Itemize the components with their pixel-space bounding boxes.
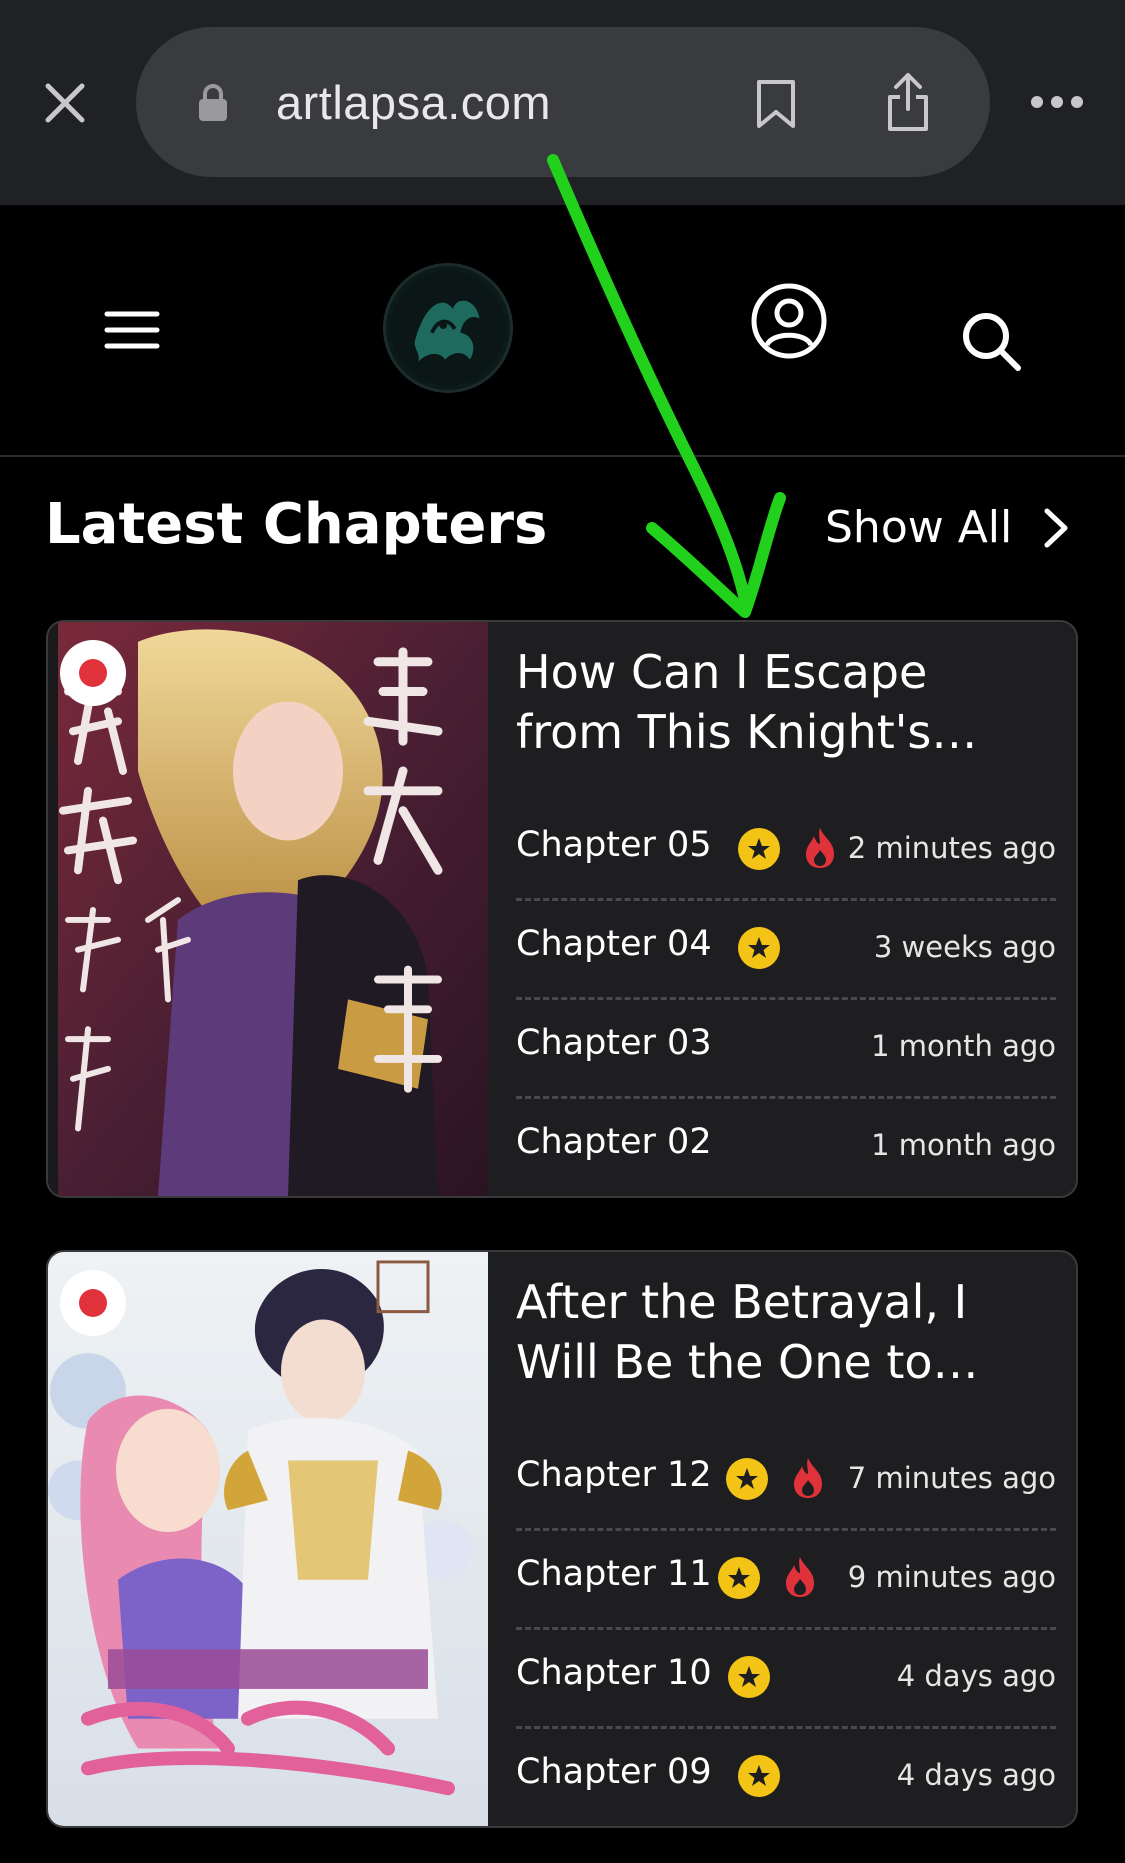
fire-icon — [806, 828, 834, 868]
chapter-row[interactable]: Chapter 04 3 weeks ago — [516, 901, 1056, 1000]
chapter-time: 1 month ago — [871, 1029, 1056, 1063]
chapter-time: 1 month ago — [871, 1128, 1056, 1162]
more-icon[interactable] — [1030, 95, 1084, 109]
site-logo[interactable] — [383, 263, 513, 393]
manga-card[interactable]: After the Betrayal, I Will Be the One to… — [46, 1250, 1078, 1828]
card-title-line[interactable]: How Can I Escape — [516, 642, 1056, 702]
chapter-row[interactable]: Chapter 12 7 minutes ago — [516, 1432, 1056, 1531]
card-title[interactable]: How Can I Escape from This Knight's… — [516, 642, 1056, 762]
chapter-name[interactable]: Chapter 12 — [516, 1455, 712, 1495]
logo-emblem-icon — [390, 270, 506, 386]
site-header — [0, 205, 1125, 457]
chapter-row[interactable]: Chapter 05 2 minutes ago — [516, 802, 1056, 901]
new-badge-icon — [60, 640, 126, 706]
profile-icon[interactable] — [750, 282, 828, 360]
star-badge-icon — [718, 1557, 760, 1599]
url-text[interactable]: artlapsa.com — [276, 75, 551, 130]
section-title: Latest Chapters — [45, 492, 548, 557]
fire-icon — [786, 1557, 814, 1597]
chapter-row[interactable]: Chapter 11 9 minutes ago — [516, 1531, 1056, 1630]
chapter-row[interactable]: Chapter 09 4 days ago — [516, 1729, 1056, 1826]
new-badge-icon — [60, 1270, 126, 1336]
chapter-time: 7 minutes ago — [847, 1461, 1056, 1495]
chapter-list: Chapter 12 7 minutes ago Chapter 11 9 mi… — [516, 1432, 1056, 1826]
card-title[interactable]: After the Betrayal, I Will Be the One to… — [516, 1272, 1056, 1392]
star-badge-icon — [738, 828, 780, 870]
menu-icon[interactable] — [104, 310, 160, 350]
chevron-right-icon[interactable] — [1042, 506, 1070, 550]
cover-image[interactable] — [48, 622, 488, 1196]
chapter-time: 4 days ago — [896, 1758, 1056, 1792]
fire-icon — [794, 1458, 822, 1498]
share-icon[interactable] — [884, 71, 932, 133]
chapter-name[interactable]: Chapter 04 — [516, 924, 712, 964]
manga-card[interactable]: How Can I Escape from This Knight's… Cha… — [46, 620, 1078, 1198]
close-icon[interactable] — [40, 78, 90, 128]
chapter-time: 9 minutes ago — [847, 1560, 1056, 1594]
star-badge-icon — [726, 1458, 768, 1500]
lock-icon — [199, 84, 227, 121]
chapter-time: 4 days ago — [896, 1659, 1056, 1693]
chapter-name[interactable]: Chapter 10 — [516, 1653, 712, 1693]
star-badge-icon — [738, 1755, 780, 1797]
browser-toolbar: artlapsa.com — [0, 0, 1125, 205]
card-title-line[interactable]: from This Knight's… — [516, 702, 1056, 762]
chapter-name[interactable]: Chapter 03 — [516, 1023, 712, 1063]
star-badge-icon — [738, 927, 780, 969]
address-bar[interactable]: artlapsa.com — [136, 27, 990, 177]
chapter-row[interactable]: Chapter 02 1 month ago — [516, 1099, 1056, 1196]
chapter-name[interactable]: Chapter 05 — [516, 825, 712, 865]
star-badge-icon — [728, 1656, 770, 1698]
chapter-time: 2 minutes ago — [847, 831, 1056, 865]
chapter-row[interactable]: Chapter 10 4 days ago — [516, 1630, 1056, 1729]
chapter-name[interactable]: Chapter 11 — [516, 1554, 712, 1594]
search-icon[interactable] — [960, 310, 1024, 374]
chapter-time: 3 weeks ago — [873, 930, 1056, 964]
card-title-line[interactable]: After the Betrayal, I — [516, 1272, 1056, 1332]
show-all-label[interactable]: Show All — [825, 502, 1012, 553]
card-title-line[interactable]: Will Be the One to… — [516, 1332, 1056, 1392]
chapter-list: Chapter 05 2 minutes ago Chapter 04 3 we… — [516, 802, 1056, 1196]
chapter-name[interactable]: Chapter 09 — [516, 1752, 712, 1792]
chapter-row[interactable]: Chapter 03 1 month ago — [516, 1000, 1056, 1099]
show-all-link[interactable]: Show All — [825, 502, 1070, 553]
cover-image[interactable] — [48, 1252, 488, 1826]
bookmark-icon[interactable] — [754, 79, 798, 129]
chapter-name[interactable]: Chapter 02 — [516, 1122, 712, 1162]
